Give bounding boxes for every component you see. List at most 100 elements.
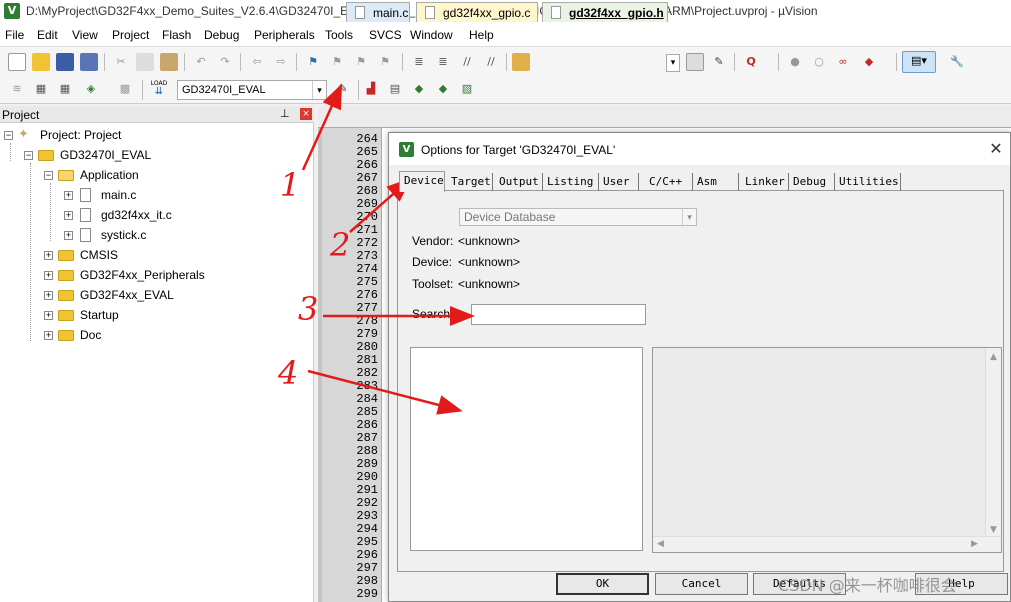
select-packs-icon[interactable]: ◆ bbox=[410, 80, 428, 98]
breakpoint-icon[interactable]: ● bbox=[786, 53, 804, 71]
expand-icon[interactable]: + bbox=[44, 271, 53, 280]
prev-bookmark-icon[interactable]: ⚑ bbox=[328, 53, 346, 71]
expand-icon[interactable]: + bbox=[64, 191, 73, 200]
navigate-back-icon[interactable]: ⇦ bbox=[248, 53, 266, 71]
paste-icon[interactable] bbox=[160, 53, 178, 71]
tab-c-cpp[interactable]: C/C++ bbox=[645, 173, 693, 191]
expand-icon[interactable]: + bbox=[44, 331, 53, 340]
configure-window-icon[interactable]: ▤▾ bbox=[902, 51, 936, 73]
menu-peripherals[interactable]: Peripherals bbox=[254, 28, 315, 42]
pack-installer-icon[interactable]: ▧ bbox=[458, 80, 476, 98]
toolbar-separator bbox=[358, 80, 359, 100]
collapse-icon[interactable]: − bbox=[44, 171, 53, 180]
next-bookmark-icon[interactable]: ⚑ bbox=[352, 53, 370, 71]
kill-breakpoints-icon[interactable]: ∞ bbox=[834, 53, 852, 71]
collapse-icon[interactable]: − bbox=[4, 131, 13, 140]
indent-icon[interactable]: ≣ bbox=[410, 53, 428, 71]
tab-linker[interactable]: Linker bbox=[741, 173, 789, 191]
expand-icon[interactable]: + bbox=[44, 291, 53, 300]
device-tree-list[interactable] bbox=[410, 347, 643, 551]
expand-icon[interactable]: + bbox=[64, 211, 73, 220]
menu-project[interactable]: Project bbox=[112, 28, 149, 42]
expand-icon[interactable]: + bbox=[64, 231, 73, 240]
undo-icon[interactable]: ↶ bbox=[192, 53, 210, 71]
unindent-icon[interactable]: ≣ bbox=[434, 53, 452, 71]
tab-user[interactable]: User bbox=[599, 173, 639, 191]
stop-build-icon[interactable]: ▩ bbox=[116, 80, 134, 98]
manage-project-items-icon[interactable]: ▟ bbox=[362, 80, 380, 98]
close-icon[interactable]: ✕ bbox=[987, 139, 1005, 158]
tab-gd32f4xx-gpio-c[interactable]: gd32f4xx_gpio.c bbox=[416, 2, 538, 22]
new-file-icon[interactable] bbox=[8, 53, 26, 71]
menu-flash[interactable]: Flash bbox=[162, 28, 191, 42]
annotation-number-2: 2 bbox=[330, 226, 351, 264]
bookmark-icon[interactable]: ⚑ bbox=[304, 53, 322, 71]
scroll-up-icon[interactable]: ▲ bbox=[990, 352, 997, 362]
scroll-right-icon[interactable]: ▶ bbox=[971, 539, 978, 549]
copy-icon[interactable] bbox=[136, 53, 154, 71]
menu-svcs[interactable]: SVCS bbox=[369, 28, 402, 42]
target-options-icon[interactable]: ✎ bbox=[334, 80, 352, 98]
tab-target[interactable]: Target bbox=[447, 173, 493, 191]
line-number: 274 bbox=[356, 262, 378, 276]
find-icon[interactable]: ✎ bbox=[710, 53, 728, 71]
device-database-select[interactable]: Device Database ▾ bbox=[459, 208, 697, 226]
uncomment-icon[interactable]: // bbox=[482, 53, 500, 71]
collapse-icon[interactable]: − bbox=[24, 151, 33, 160]
tab-debug[interactable]: Debug bbox=[789, 173, 835, 191]
tab-device[interactable]: Device bbox=[399, 171, 445, 192]
tab-asm[interactable]: Asm bbox=[693, 173, 739, 191]
toolbar-separator bbox=[778, 53, 779, 71]
line-number: 288 bbox=[356, 444, 378, 458]
find-dropdown[interactable]: ▾ bbox=[666, 54, 680, 72]
wrench-icon[interactable]: 🔧 bbox=[948, 53, 966, 71]
device-search-input[interactable] bbox=[471, 304, 646, 325]
tab-gd32f4xx-gpio-h[interactable]: gd32f4xx_gpio.h bbox=[542, 2, 668, 22]
redo-icon[interactable]: ↷ bbox=[216, 53, 234, 71]
menu-help[interactable]: Help bbox=[469, 28, 494, 42]
manage-rte-icon[interactable]: ◆ bbox=[434, 80, 452, 98]
tab-utilities[interactable]: Utilities bbox=[835, 173, 901, 191]
watermark: CSDN @来一杯咖啡很会 bbox=[778, 576, 957, 595]
translate-icon[interactable]: ≋ bbox=[8, 80, 26, 98]
target-select[interactable]: GD32470I_EVAL ▾ bbox=[177, 80, 327, 100]
open-file-icon[interactable] bbox=[32, 53, 50, 71]
close-icon[interactable]: × bbox=[300, 108, 312, 120]
disable-breakpoint-icon[interactable]: ○ bbox=[810, 53, 828, 71]
download-load-icon[interactable]: LOAD ⇊ bbox=[150, 80, 168, 98]
scroll-left-icon[interactable]: ◀ bbox=[657, 539, 664, 549]
batch-build-icon[interactable]: ◈ bbox=[82, 80, 100, 98]
menu-edit[interactable]: Edit bbox=[37, 28, 58, 42]
rebuild-icon[interactable]: ▦ bbox=[56, 80, 74, 98]
menu-file[interactable]: File bbox=[5, 28, 24, 42]
tab-listing[interactable]: Listing bbox=[543, 173, 599, 191]
expand-icon[interactable]: + bbox=[44, 251, 53, 260]
pin-icon[interactable]: ⊥ bbox=[280, 107, 290, 120]
clear-bookmarks-icon[interactable]: ⚑ bbox=[376, 53, 394, 71]
cut-icon[interactable]: ✂ bbox=[112, 53, 130, 71]
menu-tools[interactable]: Tools bbox=[325, 28, 353, 42]
horizontal-scrollbar[interactable]: ◀ ▶ bbox=[653, 536, 1001, 552]
windows-icon[interactable]: ◆ bbox=[860, 53, 878, 71]
incremental-find-icon[interactable] bbox=[686, 53, 704, 71]
expand-icon[interactable]: + bbox=[44, 311, 53, 320]
toolbar-separator bbox=[142, 80, 143, 100]
save-icon[interactable] bbox=[56, 53, 74, 71]
tab-output[interactable]: Output bbox=[495, 173, 543, 191]
debug-session-icon[interactable]: Q bbox=[742, 53, 760, 71]
ok-button[interactable]: OK bbox=[556, 573, 649, 595]
file-extensions-icon[interactable]: ▤ bbox=[386, 80, 404, 98]
save-all-icon[interactable] bbox=[80, 53, 98, 71]
menu-view[interactable]: View bbox=[72, 28, 98, 42]
menu-debug[interactable]: Debug bbox=[204, 28, 239, 42]
comment-icon[interactable]: // bbox=[458, 53, 476, 71]
tab-main-c[interactable]: main.c bbox=[346, 2, 410, 22]
vertical-scrollbar[interactable]: ▲ ▼ bbox=[985, 348, 1001, 537]
menu-window[interactable]: Window bbox=[410, 28, 453, 42]
build-icon[interactable]: ▦ bbox=[32, 80, 50, 98]
cancel-button[interactable]: Cancel bbox=[655, 573, 748, 595]
scroll-down-icon[interactable]: ▼ bbox=[990, 525, 997, 535]
navigate-forward-icon[interactable]: ⇨ bbox=[272, 53, 290, 71]
line-number: 276 bbox=[356, 288, 378, 302]
find-in-files-icon[interactable] bbox=[512, 53, 530, 71]
